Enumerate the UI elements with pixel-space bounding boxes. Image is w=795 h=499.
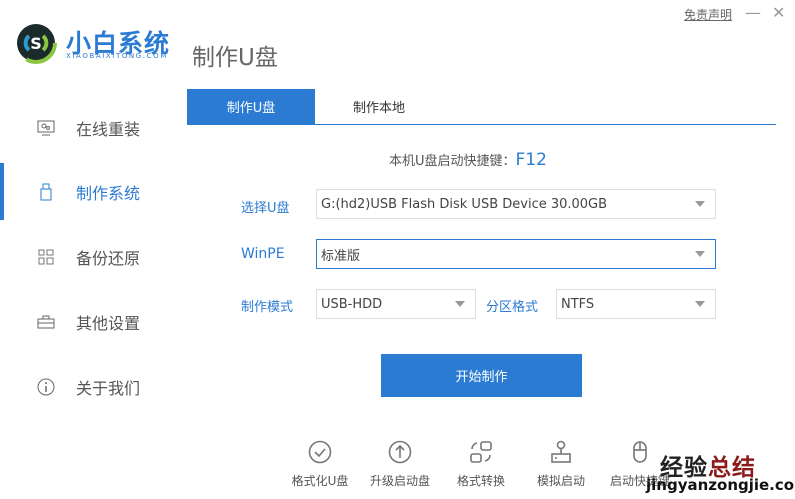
tool-upgrade-boot-disk[interactable]: 升级启动盘 — [360, 440, 440, 489]
sidebar-item-label: 制作系统 — [76, 184, 141, 203]
sidebar-item-label: 关于我们 — [76, 379, 141, 398]
arrow-up-circle-icon — [360, 440, 440, 464]
sidebar-item-make-system[interactable]: 制作系统 — [0, 172, 186, 212]
tab-make-usb[interactable]: 制作U盘 — [187, 89, 315, 124]
usb-select-label: 选择U盘 — [241, 201, 290, 216]
tool-label: 格式转换 — [456, 474, 505, 488]
tool-simulate-boot[interactable]: 模拟启动 — [521, 440, 601, 489]
chevron-down-icon — [695, 201, 705, 207]
boot-hotkey-info: 本机U盘启动快捷键：F12 — [389, 150, 547, 170]
check-circle-icon — [280, 440, 360, 464]
partition-label: 分区格式 — [486, 300, 539, 315]
partition-select[interactable]: NTFS — [556, 289, 716, 319]
tool-format-usb[interactable]: 格式化U盘 — [280, 440, 360, 489]
tool-label: 升级启动盘 — [369, 474, 430, 488]
sidebar-item-backup-restore[interactable]: 备份还原 — [0, 237, 186, 277]
grid-icon — [36, 247, 56, 267]
disclaimer-link[interactable]: 免责声明 — [684, 6, 732, 23]
hotkey-label: 本机U盘启动快捷键： — [389, 154, 516, 169]
mode-select[interactable]: USB-HDD — [316, 289, 476, 319]
tab-divider — [187, 124, 776, 125]
app-subtitle: XIAOBAIXITONG.COM — [66, 52, 168, 60]
sidebar-item-label: 其他设置 — [76, 314, 141, 333]
sidebar-item-label: 在线重装 — [76, 120, 141, 139]
watermark-url: jingyanzongjie.com — [646, 476, 795, 494]
chevron-down-icon — [695, 251, 705, 257]
sidebar-item-about-us[interactable]: 关于我们 — [0, 367, 186, 407]
sidebar-item-online-reinstall[interactable]: 在线重装 — [0, 108, 186, 148]
usb-select-value: G:(hd2)USB Flash Disk USB Device 30.00GB — [321, 196, 608, 212]
tool-label: 格式化U盘 — [291, 474, 349, 488]
chevron-down-icon — [455, 301, 465, 307]
minimize-button[interactable]: — — [745, 3, 761, 22]
stamp-icon — [521, 440, 601, 464]
monitor-icon — [36, 118, 56, 138]
info-icon — [36, 377, 56, 397]
page-title: 制作U盘 — [192, 45, 278, 71]
briefcase-icon — [36, 312, 56, 332]
hotkey-value: F12 — [515, 150, 547, 170]
winpe-select-value: 标准版 — [321, 248, 361, 264]
sidebar-item-label: 备份还原 — [76, 249, 141, 268]
start-button[interactable]: 开始制作 — [381, 354, 582, 397]
close-button[interactable]: ✕ — [772, 3, 785, 22]
tab-make-local[interactable]: 制作本地 — [315, 89, 443, 124]
chevron-down-icon — [695, 301, 705, 307]
usb-select[interactable]: G:(hd2)USB Flash Disk USB Device 30.00GB — [316, 189, 716, 219]
partition-select-value: NTFS — [561, 296, 595, 312]
sidebar-item-other-settings[interactable]: 其他设置 — [0, 302, 186, 342]
svg-text:S: S — [30, 34, 42, 53]
winpe-select[interactable]: 标准版 — [316, 239, 716, 269]
app-logo: S — [15, 22, 57, 64]
tool-format-convert[interactable]: 格式转换 — [441, 440, 521, 489]
winpe-label: WinPE — [241, 246, 285, 262]
tool-label: 模拟启动 — [536, 474, 585, 488]
convert-icon — [441, 440, 521, 464]
mode-select-value: USB-HDD — [321, 296, 383, 312]
usb-icon — [36, 182, 56, 202]
mode-label: 制作模式 — [241, 300, 294, 315]
